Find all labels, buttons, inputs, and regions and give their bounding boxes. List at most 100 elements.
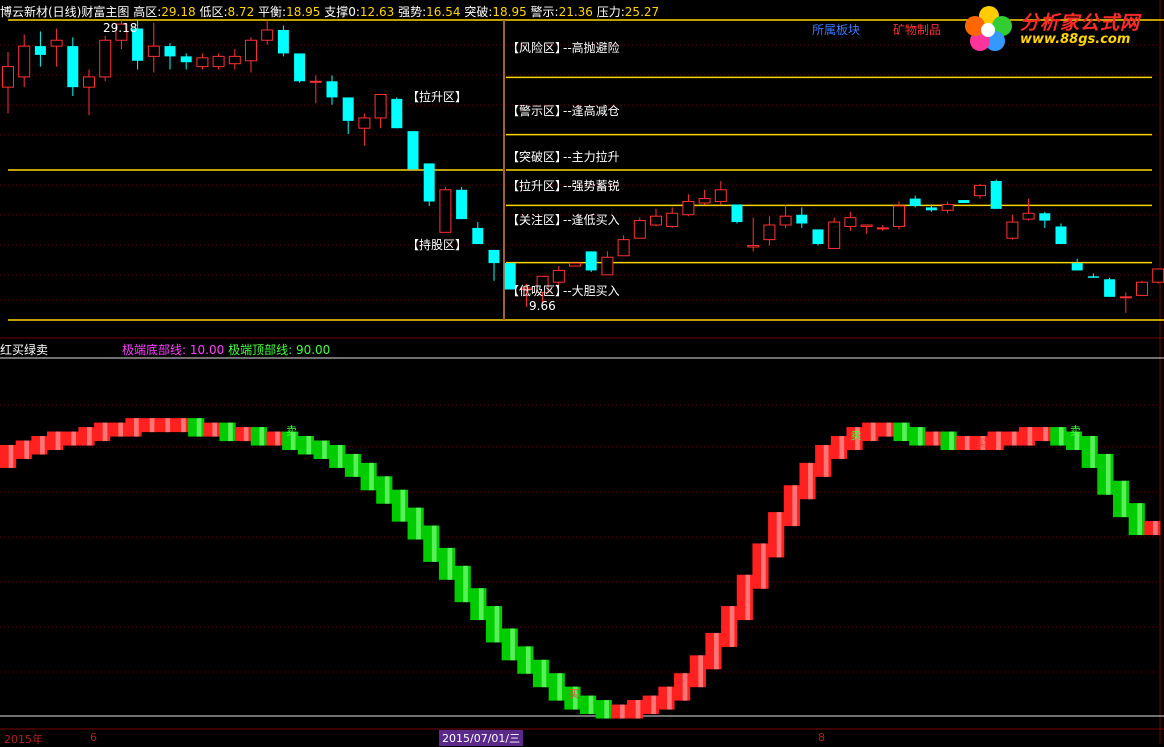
oscillator-bar-highlight <box>557 673 562 701</box>
candle-body-down <box>423 163 435 202</box>
oscillator-bar-highlight <box>494 606 500 643</box>
oscillator-bar <box>156 418 173 433</box>
oscillator-bar <box>109 422 126 437</box>
candle-body-up <box>99 39 112 78</box>
candle-body-down <box>180 56 192 63</box>
oscillator-bar-highlight <box>416 507 421 540</box>
candle-body-up <box>309 80 322 83</box>
oscillator-bar-highlight <box>902 422 907 442</box>
candle-body-up <box>893 205 905 227</box>
chart-header: 博云新材(日线)财富主图 高区:29.18 低区:8.72 平衡:18.95 支… <box>0 3 659 20</box>
oscillator-bar-highlight <box>228 422 233 442</box>
candle-body-down <box>1071 263 1083 271</box>
oscillator-bar-highlight <box>604 700 609 719</box>
zone-legend-tag: 【拉升区】 <box>507 178 567 193</box>
sector-label[interactable]: 所属板块 <box>812 21 860 38</box>
oscillator-bar-highlight <box>949 431 954 451</box>
candle-body-down <box>958 200 970 203</box>
chart-canvas[interactable]: 29.18 9.66 【拉升区】【持股区】 【风险区】--高抛避险【警示区】--逢高减… <box>0 0 1164 743</box>
candle-body-up <box>245 39 257 62</box>
oscillator-bar-highlight <box>400 489 406 522</box>
oscillator-bar <box>924 431 942 446</box>
oscillator-bar <box>548 673 565 701</box>
oscillator-bar <box>893 422 910 442</box>
stock-name[interactable]: 博云新材(日线) <box>0 5 81 19</box>
candle-body-up <box>18 45 31 78</box>
oscillator-bar <box>642 695 659 715</box>
zone-legend-desc: --大胆买入 <box>563 284 620 298</box>
oscillator-bar-highlight <box>1011 431 1017 446</box>
oscillator-bar-highlight <box>431 525 437 562</box>
oscillator-bar-highlight <box>369 462 374 491</box>
oscillator-bar <box>736 574 753 621</box>
oscillator-bar-highlight <box>8 444 14 468</box>
oscillator-bar <box>721 606 738 647</box>
zone-legend-tag: 【风险区】 <box>507 40 567 55</box>
candle-body-up <box>974 184 986 197</box>
oscillator-bar <box>31 436 48 455</box>
oscillator-bar-highlight <box>510 628 515 661</box>
header-fields: 高区:29.18 低区:8.72 平衡:18.95 支撑0:12.63 强势:1… <box>133 5 659 19</box>
oscillator-bar-highlight <box>275 431 280 446</box>
candle-body-up <box>876 227 889 230</box>
candle-body-down <box>488 249 500 264</box>
candle-body-down <box>1087 276 1099 278</box>
oscillator-bar-highlight <box>1105 453 1111 495</box>
oscillator-bar-highlight <box>212 422 218 437</box>
top-line-value: 90.00 <box>295 343 331 357</box>
oscillator-bar-highlight <box>776 512 782 558</box>
candle-body-up <box>763 224 776 241</box>
candle-body-up <box>844 217 857 227</box>
candle-body-up <box>779 215 792 226</box>
candle-body-up <box>860 224 873 227</box>
oscillator-bar-highlight <box>698 655 704 688</box>
candle-body-up <box>1136 281 1148 296</box>
oscillator-bar <box>580 695 597 715</box>
footer-cursor-date[interactable]: 2015/07/01/三 <box>439 730 524 746</box>
site-logo: 分析家公式网 www.88gs.com <box>962 2 1162 54</box>
header-field-value: 18.95 <box>492 5 527 19</box>
zone-legend-tag: 【突破区】 <box>507 149 567 164</box>
candle-body-up <box>650 215 662 226</box>
candle-body-down <box>342 97 354 121</box>
buy-signal-label: 买 <box>976 437 987 450</box>
oscillator-bar <box>470 588 487 621</box>
oscillator-bar <box>329 444 346 468</box>
sector-value[interactable]: 矿物制品 <box>893 21 941 38</box>
oscillator-bar-highlight <box>588 695 594 715</box>
header-field-value: 29.18 <box>161 5 196 19</box>
oscillator-bar-highlight <box>1137 503 1142 536</box>
candle-body-down <box>796 214 808 224</box>
zone-label-hold: 【持股区】 <box>407 237 467 252</box>
oscillator-bar-highlight <box>102 422 108 442</box>
oscillator-bar <box>689 655 706 688</box>
oscillator-bar-highlight <box>870 422 876 442</box>
candle-body-up <box>941 203 954 211</box>
header-field-label: 突破: <box>460 5 493 19</box>
oscillator-bar <box>877 422 895 437</box>
oscillator-bar-highlight <box>165 418 171 433</box>
oscillator-bar-highlight <box>322 440 327 459</box>
oscillator-bar <box>532 659 550 688</box>
oscillator-bar <box>250 427 267 446</box>
oscillator-bar-highlight <box>353 453 359 477</box>
candle-body-down <box>925 207 937 211</box>
oscillator-bar <box>485 606 503 643</box>
indicator-name[interactable]: 财富主图 <box>81 5 129 19</box>
oscillator-bar <box>768 512 785 558</box>
oscillator-bar-highlight <box>886 422 892 437</box>
oscillator-bar <box>1112 480 1130 518</box>
candle-body-down <box>1039 213 1051 221</box>
oscillator-bar-highlight <box>1121 480 1127 518</box>
candle-body-up <box>698 198 711 204</box>
oscillator-bar <box>423 525 440 562</box>
oscillator-bar <box>203 422 220 437</box>
candle-body-up <box>569 262 581 267</box>
lower-panel-title: 红买绿卖 <box>0 343 49 357</box>
oscillator-bar <box>0 444 17 468</box>
logo-url[interactable]: www.88gs.com <box>1020 32 1130 47</box>
candle-body-down <box>909 198 921 206</box>
oscillator-bar <box>360 462 377 491</box>
bottom-line-label: 极端底部线: <box>122 343 187 357</box>
candle-body-down <box>391 98 403 129</box>
